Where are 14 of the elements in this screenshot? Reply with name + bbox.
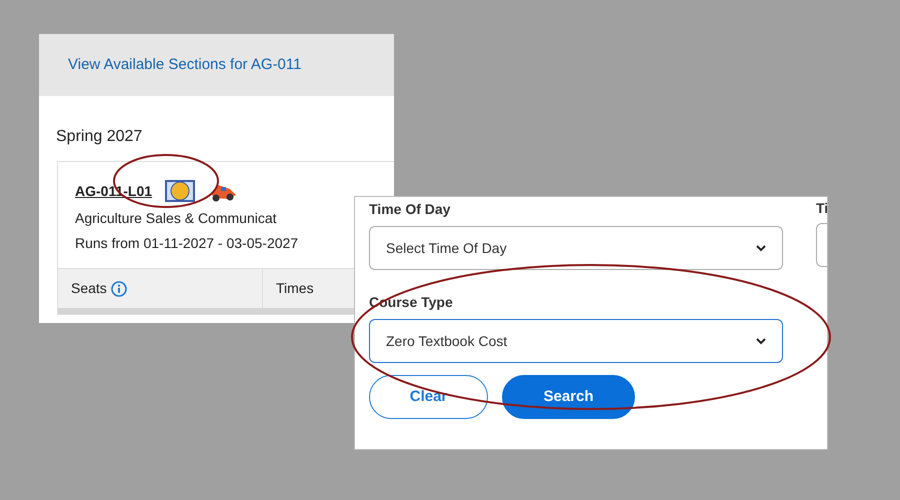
chevron-down-icon (756, 338, 766, 344)
info-icon[interactable] (110, 280, 127, 296)
column-header: Times (276, 279, 314, 298)
view-sections-link[interactable]: View Available Sections for AG-011 (68, 54, 302, 76)
section-dates: Runs from 01-11-2027 - 03-05-2027 (75, 234, 300, 253)
column-header: Seats (71, 279, 107, 298)
select-field[interactable]: Zero Textbook Cost (369, 319, 783, 363)
field-label: Ti (816, 199, 827, 218)
search-button[interactable]: Search (502, 375, 635, 419)
term-heading: Spring 2027 (56, 127, 144, 147)
select-field[interactable]: Select Time Of Day (369, 226, 783, 270)
clear-button[interactable]: Clear (369, 375, 488, 419)
chevron-down-icon (756, 244, 766, 252)
field-label: Time Of Day (369, 200, 452, 219)
